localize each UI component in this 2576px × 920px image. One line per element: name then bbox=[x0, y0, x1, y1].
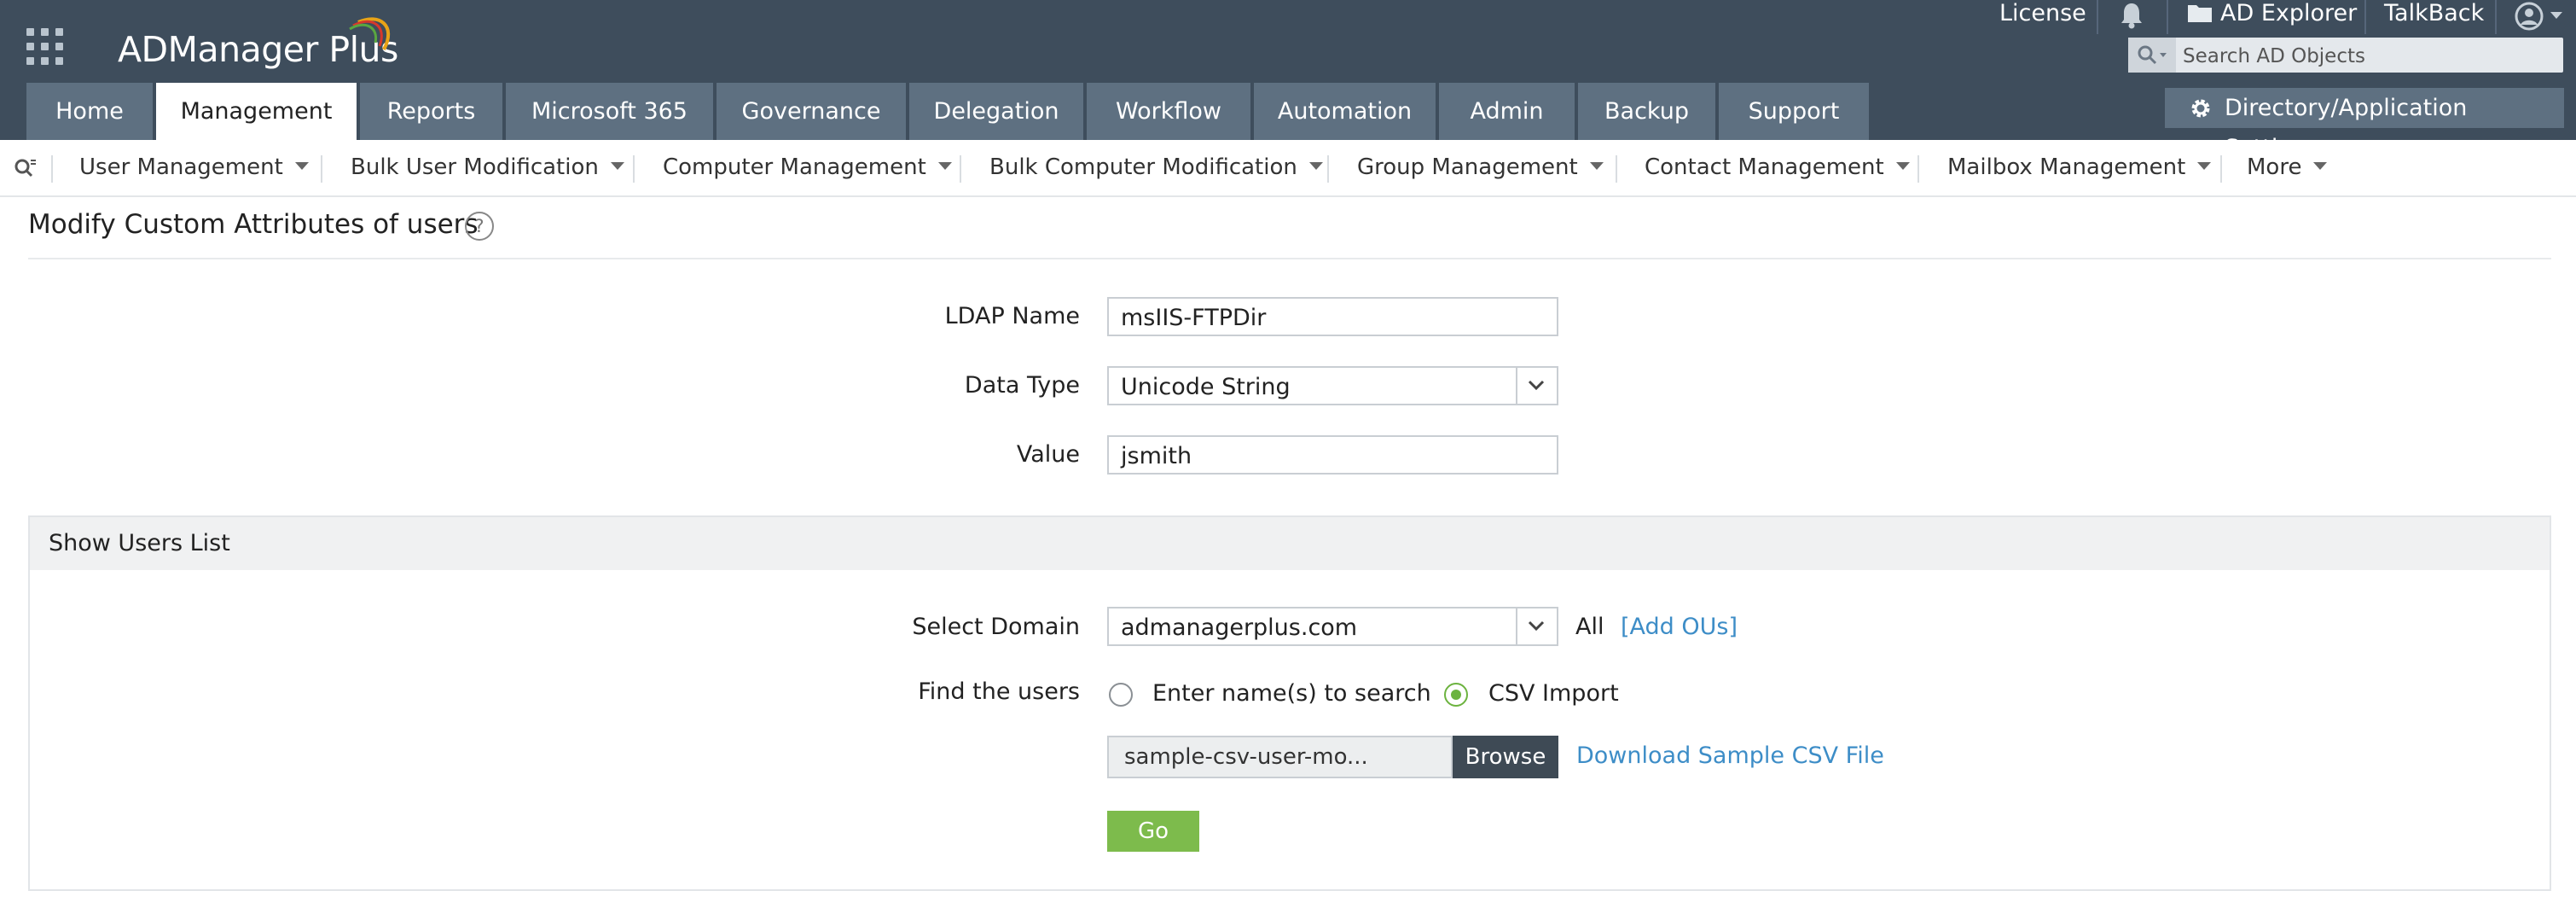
panel-header-title: Show Users List bbox=[49, 530, 230, 556]
logo-swoosh-icon bbox=[349, 17, 391, 50]
folder-icon bbox=[2188, 5, 2212, 22]
divider bbox=[960, 155, 961, 183]
browse-button[interactable]: Browse bbox=[1453, 736, 1558, 778]
data-type-label: Data Type bbox=[964, 372, 1080, 399]
radio-enter-names[interactable] bbox=[1109, 683, 1133, 707]
divider bbox=[2364, 0, 2366, 34]
dropdown-toggle[interactable] bbox=[1516, 608, 1557, 644]
bell-icon[interactable] bbox=[2120, 2, 2144, 29]
data-type-value: Unicode String bbox=[1121, 374, 1291, 400]
chevron-down-icon bbox=[2550, 12, 2562, 19]
caret-down-icon bbox=[1308, 162, 1323, 170]
page-title: Modify Custom Attributes of users bbox=[28, 209, 479, 240]
search-input[interactable] bbox=[2181, 38, 2560, 74]
ldap-name-label: LDAP Name bbox=[944, 303, 1080, 329]
divider bbox=[2495, 0, 2497, 34]
tab-support[interactable]: Support bbox=[1719, 83, 1869, 140]
divider bbox=[1327, 155, 1329, 183]
subnav-contact-management[interactable]: Contact Management bbox=[1645, 140, 1910, 195]
tab-governance[interactable]: Governance bbox=[717, 83, 906, 140]
subnav-user-management[interactable]: User Management bbox=[79, 140, 309, 195]
option-csv-import-label[interactable]: CSV Import bbox=[1488, 680, 1619, 707]
divider bbox=[1616, 155, 1617, 183]
caret-down-icon bbox=[294, 162, 309, 170]
subnav-computer-management[interactable]: Computer Management bbox=[663, 140, 952, 195]
value-input[interactable]: jsmith bbox=[1107, 435, 1558, 475]
subnav-more[interactable]: More bbox=[2247, 140, 2328, 195]
tab-management[interactable]: Management bbox=[156, 83, 357, 140]
tab-delegation[interactable]: Delegation bbox=[909, 83, 1083, 140]
value-label: Value bbox=[1016, 441, 1080, 468]
find-users-label: Find the users bbox=[918, 678, 1080, 705]
tab-workflow[interactable]: Workflow bbox=[1087, 83, 1250, 140]
help-icon[interactable]: ? bbox=[465, 212, 494, 241]
gear-icon bbox=[2191, 99, 2210, 118]
caret-down-icon bbox=[610, 162, 624, 170]
caret-down-icon bbox=[937, 162, 952, 170]
domain-value: admanagerplus.com bbox=[1121, 614, 1358, 641]
panel-header[interactable]: Show Users List bbox=[30, 517, 2550, 570]
data-type-select[interactable]: Unicode String bbox=[1107, 366, 1558, 405]
select-domain-label: Select Domain bbox=[912, 614, 1080, 640]
csv-file-field[interactable]: sample-csv-user-mo... bbox=[1107, 736, 1453, 778]
caret-down-icon bbox=[2197, 162, 2212, 170]
top-header: ADManager Plus License AD Explorer TalkB… bbox=[0, 0, 2576, 161]
user-avatar-icon bbox=[2515, 2, 2544, 31]
tab-backup[interactable]: Backup bbox=[1578, 83, 1715, 140]
all-label: All bbox=[1575, 614, 1604, 640]
ldap-name-input[interactable]: msIIS-FTPDir bbox=[1107, 297, 1558, 336]
tab-microsoft-365[interactable]: Microsoft 365 bbox=[506, 83, 713, 140]
go-button[interactable]: Go bbox=[1107, 811, 1199, 852]
subnav-bulk-user-modification[interactable]: Bulk User Modification bbox=[351, 140, 624, 195]
directory-settings-button[interactable]: Directory/Application Settings bbox=[2165, 88, 2564, 161]
divider bbox=[633, 155, 635, 183]
subnav-bulk-computer-modification[interactable]: Bulk Computer Modification bbox=[989, 140, 1323, 195]
radio-csv-import[interactable] bbox=[1444, 683, 1468, 707]
tab-automation[interactable]: Automation bbox=[1254, 83, 1436, 140]
user-menu[interactable] bbox=[2515, 2, 2566, 31]
chevron-down-icon bbox=[1528, 620, 1545, 632]
download-sample-csv-link[interactable]: Download Sample CSV File bbox=[1576, 742, 1884, 769]
divider bbox=[51, 155, 53, 183]
divider bbox=[1917, 155, 1919, 183]
add-ous-link[interactable]: [Add OUs] bbox=[1621, 614, 1738, 640]
subnav-mailbox-management[interactable]: Mailbox Management bbox=[1947, 140, 2212, 195]
menu-search-icon[interactable] bbox=[14, 157, 39, 181]
divider bbox=[2097, 0, 2098, 34]
ad-explorer-link[interactable]: AD Explorer bbox=[2220, 0, 2357, 26]
divider bbox=[321, 155, 322, 183]
tab-home[interactable]: Home bbox=[26, 83, 153, 140]
tab-reports[interactable]: Reports bbox=[360, 83, 502, 140]
chevron-down-icon bbox=[1528, 380, 1545, 391]
option-enter-names-label[interactable]: Enter name(s) to search bbox=[1152, 680, 1431, 707]
dropdown-toggle[interactable] bbox=[1516, 368, 1557, 404]
tab-admin[interactable]: Admin bbox=[1439, 83, 1575, 140]
caret-down-icon bbox=[2313, 162, 2328, 170]
sub-navigation: User Management Bulk User Modification C… bbox=[0, 140, 2576, 197]
domain-select[interactable]: admanagerplus.com bbox=[1107, 607, 1558, 646]
subnav-group-management[interactable]: Group Management bbox=[1357, 140, 1604, 195]
divider bbox=[28, 258, 2551, 259]
caret-down-icon bbox=[1895, 162, 1910, 170]
license-link[interactable]: License bbox=[1999, 0, 2086, 26]
search-icon[interactable] bbox=[2128, 38, 2176, 73]
talkback-link[interactable]: TalkBack bbox=[2384, 0, 2484, 26]
ad-search-box bbox=[2128, 38, 2563, 74]
divider bbox=[2220, 155, 2222, 183]
divider bbox=[2167, 0, 2168, 34]
caret-down-icon bbox=[1589, 162, 1604, 170]
app-grid-icon[interactable] bbox=[26, 28, 64, 66]
